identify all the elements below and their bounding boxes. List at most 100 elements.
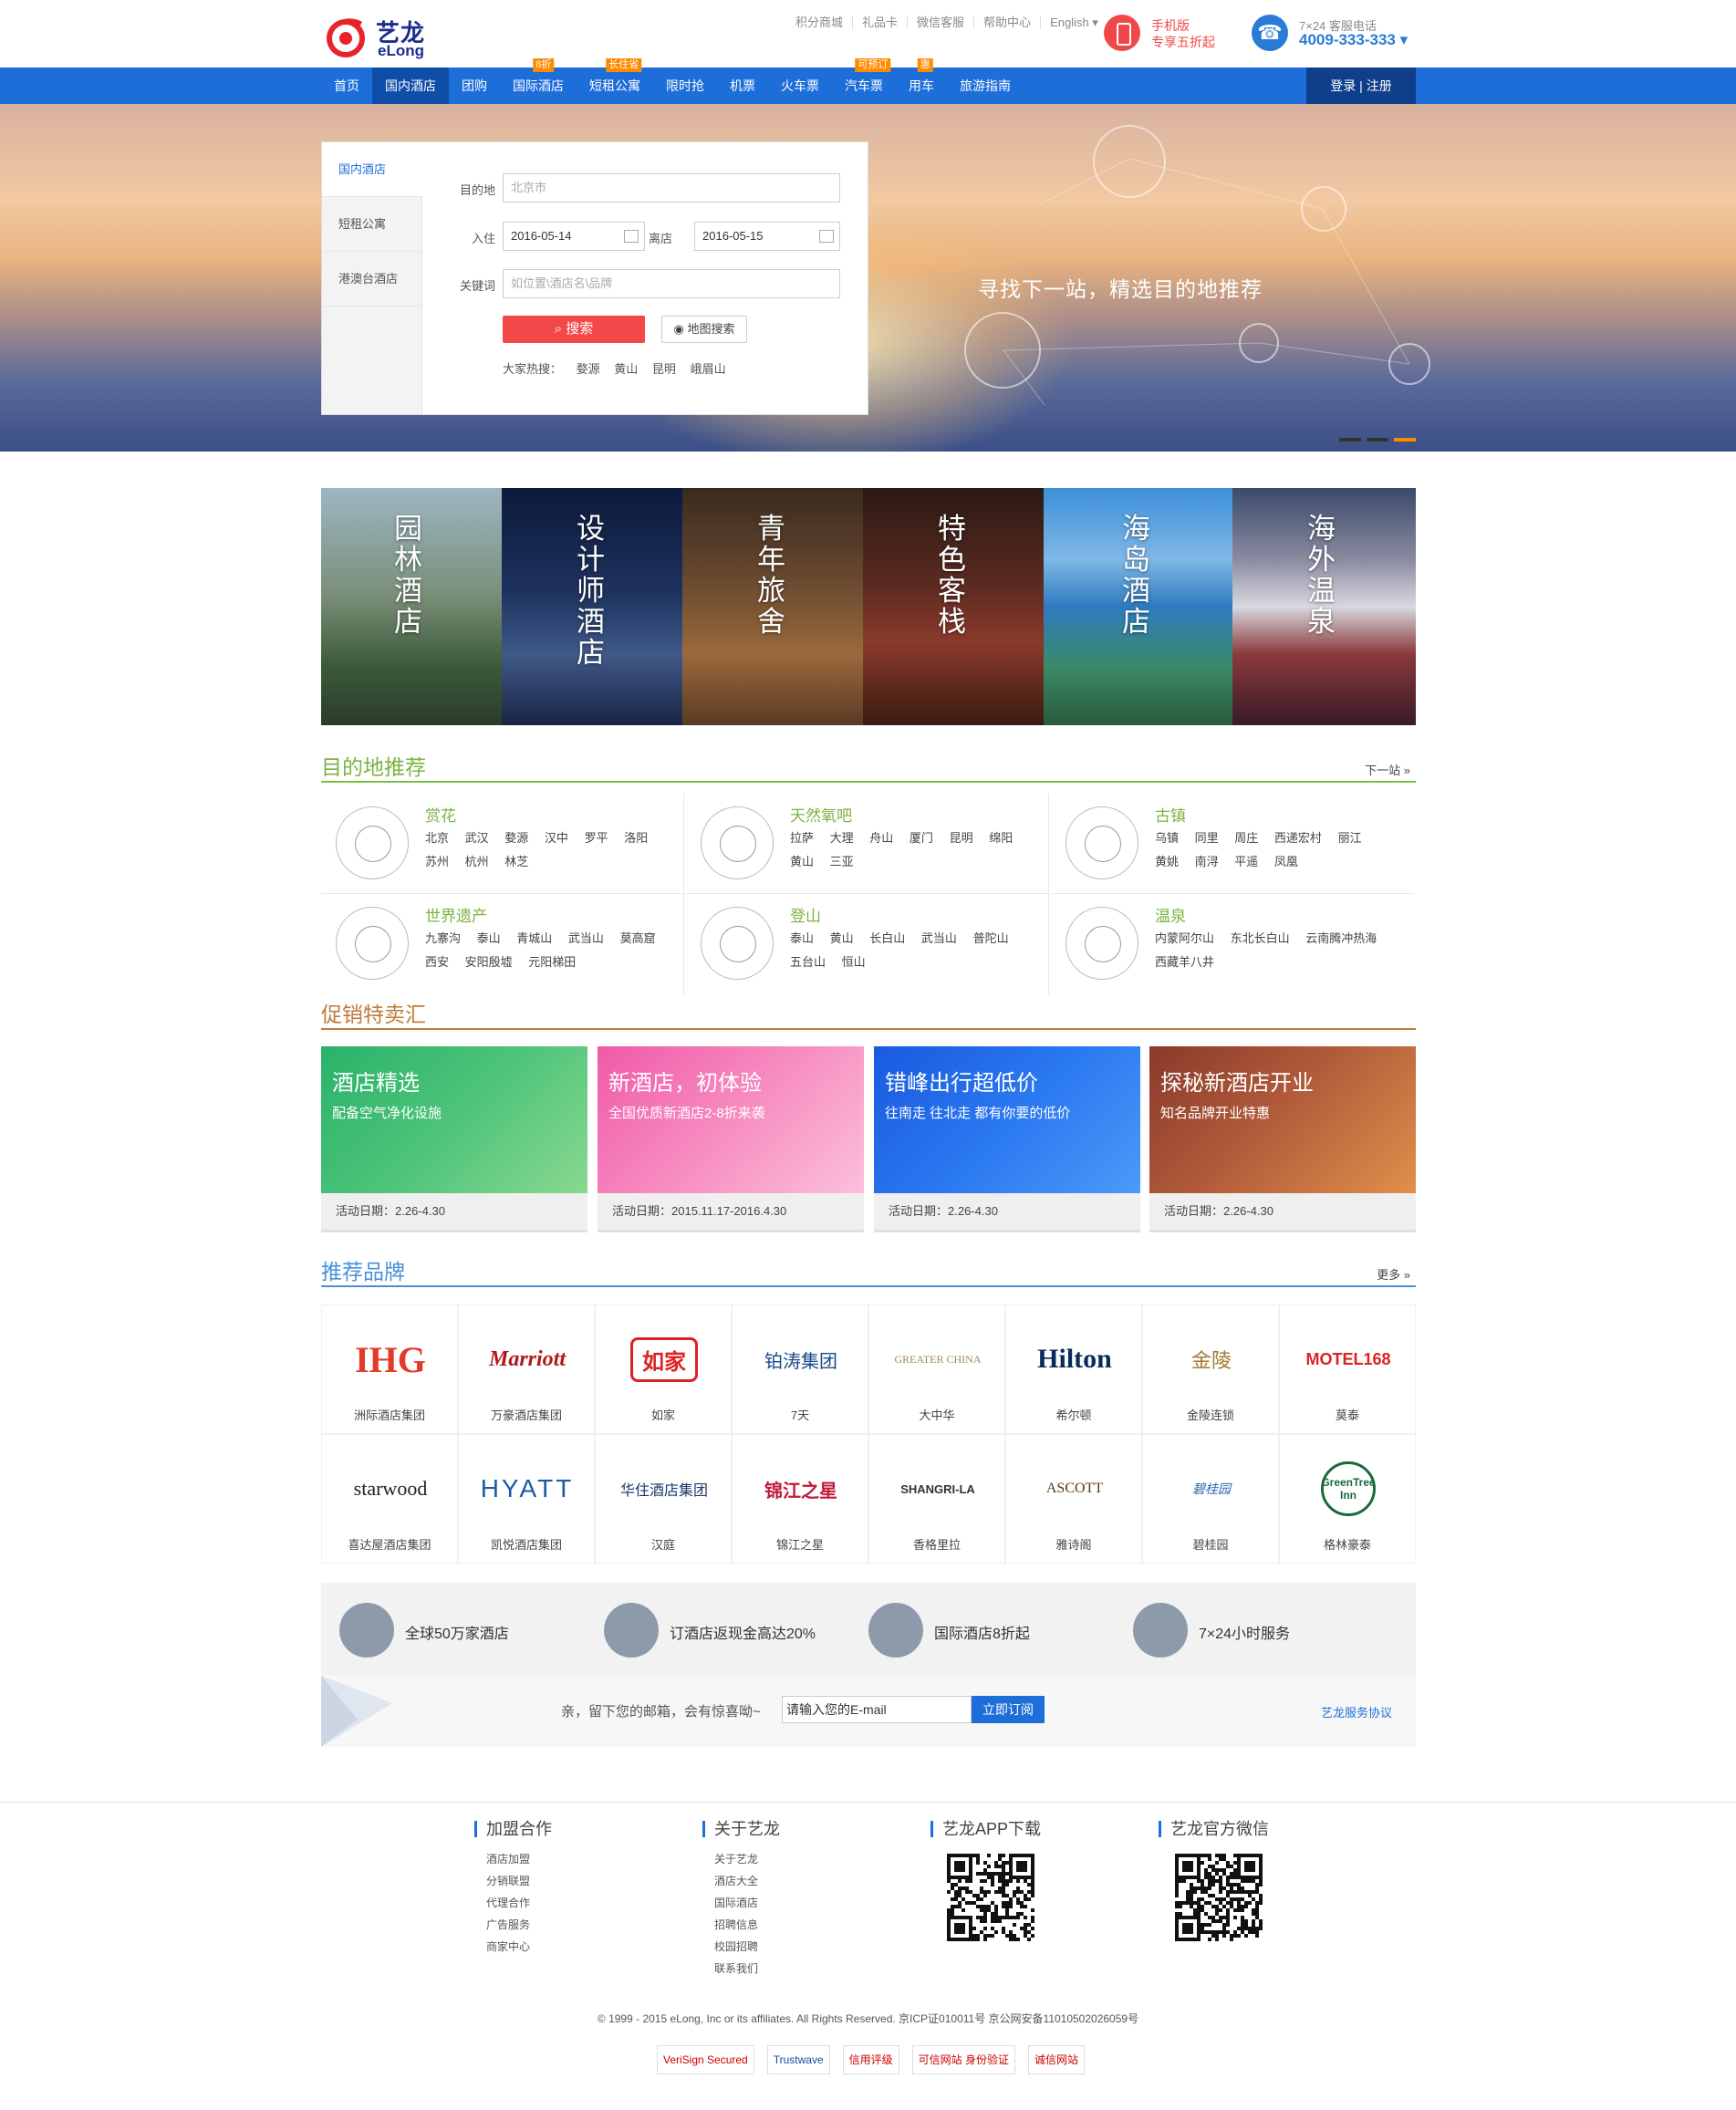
verisign-badge[interactable]: VeriSign Secured	[657, 2045, 754, 2074]
brand-card[interactable]: starwood 喜达屋酒店集团	[321, 1434, 458, 1564]
brand-card[interactable]: 锦江之星 锦江之星	[732, 1434, 868, 1564]
map-search-button[interactable]: ◉ 地图搜索	[661, 316, 747, 343]
top-link-help-center[interactable]: 帮助中心	[974, 16, 1042, 29]
theme-designer-hotel[interactable]: 设计师酒店	[502, 488, 682, 725]
theme-garden-hotel[interactable]: 园林酒店	[321, 488, 502, 725]
destination-city-link[interactable]: 南浔	[1195, 855, 1219, 868]
destination-group-name[interactable]: 温泉	[1155, 903, 1186, 926]
brands-more-link[interactable]: 更多 »	[1377, 1265, 1410, 1283]
hero-thermometer-circle-icon[interactable]	[1301, 186, 1346, 232]
footer-link[interactable]: 校园招聘	[714, 1936, 885, 1958]
brand-card[interactable]: 如家 如家	[595, 1304, 732, 1434]
trustwave-badge[interactable]: Trustwave	[766, 2045, 830, 2074]
destination-city-link[interactable]: 安阳殷墟	[465, 955, 513, 969]
promo-card[interactable]: 探秘新酒店开业 知名品牌开业特惠 活动日期：2.26-4.30	[1149, 1046, 1416, 1232]
theme-featured-inn[interactable]: 特色客栈	[863, 488, 1044, 725]
destination-city-link[interactable]: 周庄	[1234, 831, 1258, 845]
hero-snow-circle-icon[interactable]	[1388, 343, 1430, 385]
footer-link[interactable]: 联系我们	[714, 1958, 885, 1980]
destination-city-link[interactable]: 元阳梯田	[528, 955, 576, 969]
destination-city-link[interactable]: 乌镇	[1155, 831, 1179, 845]
trusted-website-badge[interactable]: 可信网站 身份验证	[911, 2045, 1015, 2074]
footer-link[interactable]: 广告服务	[486, 1914, 657, 1936]
nav-item[interactable]: 国内酒店	[372, 68, 449, 104]
theme-island-hotel[interactable]: 海岛酒店	[1044, 488, 1232, 725]
top-link-gift-card[interactable]: 礼品卡	[853, 16, 909, 29]
destination-city-link[interactable]: 西递宏村	[1274, 831, 1322, 845]
destination-city-link[interactable]: 青城山	[516, 931, 552, 945]
footer-link[interactable]: 分销联盟	[486, 1870, 657, 1892]
footer-link[interactable]: 酒店大全	[714, 1870, 885, 1892]
top-link-points-mall[interactable]: 积分商城	[786, 16, 854, 29]
top-link-wechat-service[interactable]: 微信客服	[908, 16, 975, 29]
destination-city-link[interactable]: 九寨沟	[425, 931, 461, 945]
footer-link[interactable]: 代理合作	[486, 1892, 657, 1914]
destination-city-link[interactable]: 罗平	[585, 831, 608, 845]
footer-link[interactable]: 招聘信息	[714, 1914, 885, 1936]
footer-link[interactable]: 酒店加盟	[486, 1848, 657, 1870]
destination-city-link[interactable]: 北京	[425, 831, 449, 845]
hot-search-item[interactable]: 婺源	[577, 362, 600, 376]
promo-card[interactable]: 酒店精选 配备空气净化设施 活动日期：2.26-4.30	[321, 1046, 587, 1232]
destination-city-link[interactable]: 东北长白山	[1231, 931, 1290, 945]
destination-city-link[interactable]: 泰山	[477, 931, 501, 945]
credit-rating-badge[interactable]: 信用评级	[842, 2045, 899, 2074]
destination-city-link[interactable]: 长白山	[869, 931, 905, 945]
brand-card[interactable]: 华住酒店集团 汉庭	[595, 1434, 732, 1564]
login-register-link[interactable]: 登录 | 注册	[1306, 68, 1416, 104]
destination-city-link[interactable]: 绵阳	[989, 831, 1013, 845]
mobile-promo[interactable]: 手机版 专享五折起	[1104, 13, 1222, 53]
destination-input[interactable]: 北京市	[503, 173, 840, 203]
destination-city-link[interactable]: 内蒙阿尔山	[1155, 931, 1214, 945]
destination-city-link[interactable]: 三亚	[830, 855, 854, 868]
hot-search-item[interactable]: 峨眉山	[691, 362, 726, 376]
destinations-more-link[interactable]: 下一站 »	[1365, 761, 1410, 778]
brand-card[interactable]: SHANGRI-LA 香格里拉	[868, 1434, 1005, 1564]
destination-city-link[interactable]: 同里	[1195, 831, 1219, 845]
elong-logo[interactable]: 艺龙 eLong	[321, 11, 431, 60]
brand-card[interactable]: 碧桂园 碧桂园	[1142, 1434, 1279, 1564]
nav-item[interactable]: 旅游指南	[947, 68, 1024, 104]
brand-card[interactable]: Marriott 万豪酒店集团	[458, 1304, 595, 1434]
search-button[interactable]: ⌕ 搜索	[503, 316, 645, 343]
checkout-date-input[interactable]: 2016-05-15	[694, 222, 840, 251]
brand-card[interactable]: ASCOTT 雅诗阁	[1005, 1434, 1142, 1564]
destination-city-link[interactable]: 洛阳	[624, 831, 648, 845]
destination-city-link[interactable]: 苏州	[425, 855, 449, 868]
hero-mountain-circle-icon[interactable]	[964, 312, 1041, 389]
destination-city-link[interactable]: 林芝	[504, 855, 528, 868]
destination-city-link[interactable]: 黄姚	[1155, 855, 1179, 868]
slide-dot-active[interactable]	[1394, 438, 1416, 442]
brand-card[interactable]: MOTEL168 莫泰	[1279, 1304, 1416, 1434]
destination-city-link[interactable]: 莫高窟	[620, 931, 656, 945]
footer-link[interactable]: 商家中心	[486, 1936, 657, 1958]
nav-item[interactable]: 团购	[449, 68, 500, 104]
destination-city-link[interactable]: 西安	[425, 955, 449, 969]
destination-city-link[interactable]: 婺源	[504, 831, 528, 845]
nav-item[interactable]: 限时抢	[653, 68, 717, 104]
destination-city-link[interactable]: 舟山	[869, 831, 893, 845]
nav-item[interactable]: 短租公寓 长住省	[577, 58, 653, 104]
brand-card[interactable]: Hilton 希尔顿	[1005, 1304, 1142, 1434]
destination-city-link[interactable]: 厦门	[910, 831, 933, 845]
slide-dot[interactable]	[1339, 438, 1361, 442]
destination-city-link[interactable]: 黄山	[830, 931, 854, 945]
destination-city-link[interactable]: 武当山	[921, 931, 957, 945]
destination-group-name[interactable]: 古镇	[1155, 803, 1186, 826]
destination-city-link[interactable]: 丽江	[1338, 831, 1362, 845]
footer-link[interactable]: 国际酒店	[714, 1892, 885, 1914]
destination-city-link[interactable]: 汉中	[545, 831, 568, 845]
destination-city-link[interactable]: 凤凰	[1274, 855, 1298, 868]
slide-dot[interactable]	[1367, 438, 1388, 442]
destination-city-link[interactable]: 大理	[830, 831, 854, 845]
hero-small-circle-icon[interactable]	[1239, 323, 1279, 363]
destination-city-link[interactable]: 武当山	[568, 931, 604, 945]
destination-city-link[interactable]: 云南腾冲热海	[1305, 931, 1377, 945]
calendar-icon[interactable]	[819, 230, 834, 243]
brand-card[interactable]: GreenTree Inn 格林豪泰	[1279, 1434, 1416, 1564]
tab-short-rental[interactable]: 短租公寓	[322, 197, 421, 252]
subscribe-button[interactable]: 立即订阅	[972, 1696, 1045, 1723]
destination-group-name[interactable]: 登山	[790, 903, 821, 926]
destination-group-name[interactable]: 赏花	[425, 803, 456, 826]
theme-overseas-hot-spring[interactable]: 海外温泉	[1232, 488, 1416, 725]
